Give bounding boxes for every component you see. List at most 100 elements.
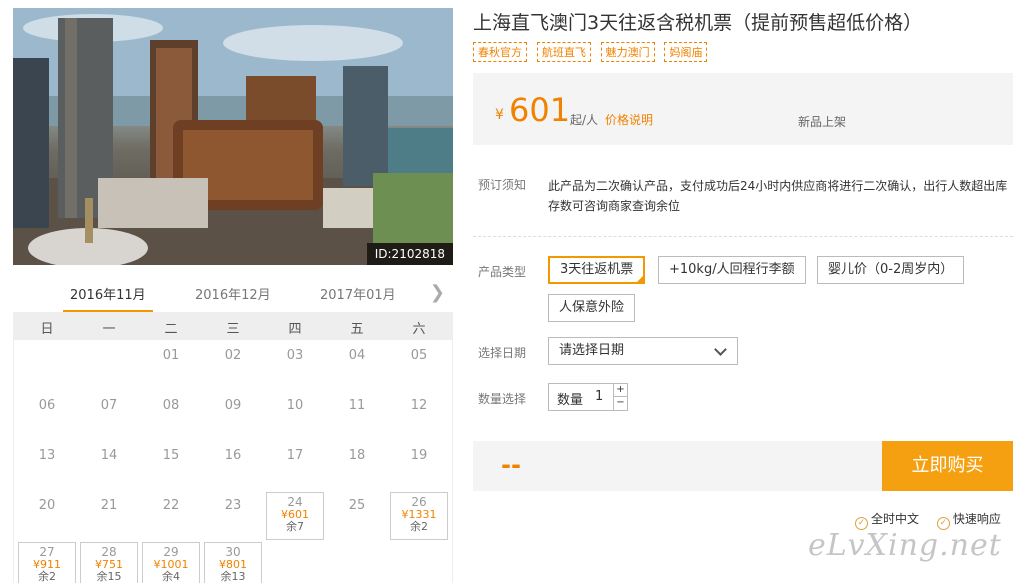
calendar-day: 11 xyxy=(328,392,386,440)
day-number: 11 xyxy=(348,398,366,413)
tab-2016-11[interactable]: 2016年11月 xyxy=(70,284,146,303)
calendar-day: 20 xyxy=(18,492,76,540)
day-number: 02 xyxy=(224,348,242,363)
option-infant-price[interactable]: 婴儿价（0-2周岁内） xyxy=(817,256,965,284)
tag[interactable]: 航班直飞 xyxy=(536,42,591,62)
calendar-day-available[interactable]: 26 ¥1331 余2 xyxy=(390,492,448,540)
chevron-right-icon[interactable]: ❯ xyxy=(430,282,445,303)
day-number: 25 xyxy=(348,498,366,513)
calendar-day: 10 xyxy=(266,392,324,440)
tag[interactable]: 妈阁庙 xyxy=(664,42,708,62)
calendar-day: 21 xyxy=(80,492,138,540)
day-number: 05 xyxy=(410,348,428,363)
day-stock: 余7 xyxy=(286,520,304,533)
day-stock: 余15 xyxy=(96,570,122,583)
quantity-label: 数量选择 xyxy=(478,392,527,406)
calendar-day: 19 xyxy=(390,442,448,490)
new-product-label: 新品上架 xyxy=(798,115,847,129)
day-number: 12 xyxy=(410,398,428,413)
option-label: +10kg/人回程行李额 xyxy=(669,262,795,277)
calendar-day: 16 xyxy=(204,442,262,490)
option-round-trip-ticket[interactable]: 3天往返机票 xyxy=(548,256,646,284)
option-label: 3天往返机票 xyxy=(560,262,634,277)
tab-2017-01[interactable]: 2017年01月 xyxy=(320,284,396,303)
day-number: 19 xyxy=(410,448,428,463)
tag[interactable]: 春秋官方 xyxy=(473,42,527,62)
currency-symbol: ¥ xyxy=(495,107,504,123)
calendar-day: 25 xyxy=(328,492,386,540)
quantity-stepper[interactable]: 数量 1 + − xyxy=(548,383,628,411)
calendar-day: 07 xyxy=(80,392,138,440)
product-type-label: 产品类型 xyxy=(478,265,527,279)
month-tabs: 2016年11月 2016年12月 2017年01月 ❯ xyxy=(13,280,453,313)
calendar-day: 05 xyxy=(390,342,448,390)
calendar-grid: 01 02 03 04 05 06 07 08 09 10 11 12 13 14 15 16 17 18 19 20… xyxy=(13,340,453,583)
day-number: 14 xyxy=(100,448,118,463)
day-number: 26 xyxy=(411,495,427,509)
buy-bar: -- 立即购买 xyxy=(473,441,1013,491)
minus-icon[interactable]: − xyxy=(613,397,627,410)
day-number: 06 xyxy=(38,398,56,413)
day-number: 15 xyxy=(162,448,180,463)
badge-fast-response: ✓ 快速响应 xyxy=(936,510,1001,530)
option-extra-luggage[interactable]: +10kg/人回程行李额 xyxy=(658,256,806,284)
calendar-day-available[interactable]: 24 ¥601 余7 xyxy=(266,492,324,540)
calendar-day: 23 xyxy=(204,492,262,540)
day-number: 04 xyxy=(348,348,366,363)
day-number: 10 xyxy=(286,398,304,413)
buy-now-button[interactable]: 立即购买 xyxy=(882,441,1013,491)
chevron-down-icon xyxy=(714,343,727,356)
option-label: 人保意外险 xyxy=(559,300,625,315)
plus-icon[interactable]: + xyxy=(613,384,627,397)
calendar-day: 02 xyxy=(204,342,262,390)
product-photo[interactable]: ID:2102818 xyxy=(13,8,453,265)
price-unit: 起/人 xyxy=(570,113,599,127)
weekday-label: 三 xyxy=(226,322,240,337)
weekday-label: 二 xyxy=(164,322,178,337)
date-select[interactable]: 请选择日期 xyxy=(548,337,738,365)
notice-text: 此产品为二次确认产品，支付成功后24小时内供应商将进行二次确认，出行人数超出库存… xyxy=(548,179,1008,213)
calendar-day-available[interactable]: 28 ¥751 余15 xyxy=(80,542,138,583)
weekday-label: 日 xyxy=(40,322,54,337)
day-number: 08 xyxy=(162,398,180,413)
day-number: 13 xyxy=(38,448,56,463)
day-number: 17 xyxy=(286,448,304,463)
badge-chinese-service: ✓ 全时中文 xyxy=(855,510,919,530)
calendar-day: 03 xyxy=(266,342,324,390)
tab-2016-12[interactable]: 2016年12月 xyxy=(195,284,271,303)
calendar-day: 08 xyxy=(142,392,200,440)
calendar-day: 18 xyxy=(328,442,386,490)
day-number: 23 xyxy=(224,498,242,513)
calendar-day-available[interactable]: 29 ¥1001 余4 xyxy=(142,542,200,583)
calendar-day: 01 xyxy=(142,342,200,390)
price-explain-link[interactable]: 价格说明 xyxy=(605,111,653,128)
selected-corner-icon xyxy=(635,274,646,284)
day-number: 30 xyxy=(225,545,241,559)
weekday-label: 五 xyxy=(350,322,364,337)
option-accident-insurance[interactable]: 人保意外险 xyxy=(548,294,636,322)
day-number: 28 xyxy=(101,545,117,559)
price-box: ¥ 601 起/人 价格说明 新品上架 xyxy=(473,73,1013,145)
day-number: 20 xyxy=(38,498,56,513)
weekday-label: 四 xyxy=(288,322,302,337)
calendar-day-available[interactable]: 30 ¥801 余13 xyxy=(204,542,262,583)
day-number: 09 xyxy=(224,398,242,413)
quantity-value[interactable]: 1 xyxy=(595,389,603,404)
calendar-day-available[interactable]: 27 ¥911 余2 xyxy=(18,542,76,583)
day-number: 24 xyxy=(287,495,303,509)
calendar-day: 12 xyxy=(390,392,448,440)
tag[interactable]: 魅力澳门 xyxy=(600,42,655,62)
date-select-value: 请选择日期 xyxy=(559,343,625,358)
day-number: 29 xyxy=(163,545,179,559)
weekday-label: 六 xyxy=(412,322,426,337)
total-price: -- xyxy=(501,451,521,479)
calendar-day: 13 xyxy=(18,442,76,490)
day-number: 22 xyxy=(162,498,180,513)
day-stock: 余4 xyxy=(162,570,180,583)
calendar-weekday-header: 日 一 二 三 四 五 六 xyxy=(13,312,453,340)
weekday-label: 一 xyxy=(102,322,116,337)
select-date-label: 选择日期 xyxy=(478,346,527,360)
badge-label: 全时中文 xyxy=(871,512,920,526)
macau-skyline-photo xyxy=(13,8,453,265)
badge-label: 快速响应 xyxy=(952,512,1001,526)
